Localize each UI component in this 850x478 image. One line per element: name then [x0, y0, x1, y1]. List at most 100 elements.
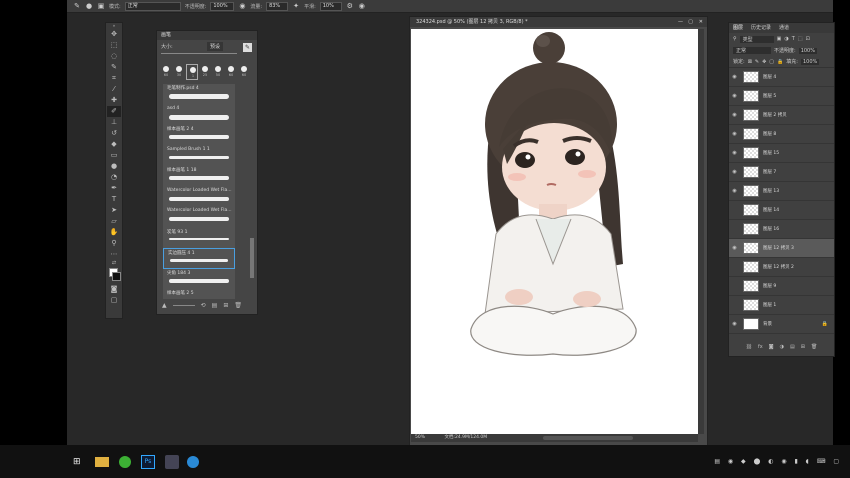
brush-preset-item[interactable]: 尖角 184 3 — [163, 269, 235, 290]
wechat-icon[interactable] — [119, 455, 131, 468]
link-layers-icon[interactable]: ⛓ — [746, 344, 752, 354]
horizontal-scrollbar[interactable] — [543, 436, 633, 440]
lock-transparency-icon[interactable]: ⊠ — [748, 59, 752, 65]
eraser-tool-icon[interactable]: ◆ — [107, 139, 121, 150]
brush-size-slider[interactable] — [161, 53, 237, 54]
brush-size-minus-icon[interactable]: ▲ — [162, 302, 167, 309]
layer-row[interactable]: ◉ 图层 12 拷贝 3 — [729, 239, 834, 258]
layer-row[interactable]: 图层 9 — [729, 277, 834, 296]
new-group-icon[interactable]: ▤ — [790, 344, 795, 354]
layer-row[interactable]: ◉ 背景 🔒 — [729, 315, 834, 334]
close-icon[interactable]: ✕ — [699, 17, 703, 27]
filter-adjust-icon[interactable]: ◑ — [784, 36, 788, 42]
layer-style-icon[interactable]: fx — [758, 344, 763, 354]
canvas[interactable] — [411, 29, 698, 434]
filter-shape-icon[interactable]: ⬚ — [798, 36, 803, 42]
vertical-scrollbar-track[interactable] — [698, 29, 704, 434]
new-layer-icon[interactable]: ⊞ — [801, 344, 805, 354]
brush-preset-item[interactable]: 实边圆压 4 1 — [163, 248, 235, 269]
photoshop-icon[interactable]: Ps — [141, 454, 155, 469]
layer-row[interactable]: ◉ 图层 7 — [729, 163, 834, 182]
pressure-opacity-icon[interactable]: ◉ — [238, 2, 246, 10]
brush-tip-4[interactable]: 50 — [212, 64, 224, 80]
brush-panel-tab[interactable]: 画笔 — [157, 31, 257, 40]
filter-pixel-icon[interactable]: ▣ — [777, 36, 782, 42]
lasso-tool-icon[interactable]: ◌ — [107, 51, 121, 62]
brush-preset-item[interactable]: Watercolor Loaded Wet Fla... — [163, 187, 235, 208]
healing-brush-tool-icon[interactable]: ✚ — [107, 95, 121, 106]
lock-artboard-icon[interactable]: ▢ — [769, 59, 774, 65]
browser-icon[interactable] — [187, 455, 199, 468]
layer-visibility-icon[interactable]: ◉ — [729, 150, 740, 156]
layer-row[interactable]: ◉ 图层 5 — [729, 87, 834, 106]
zoom-level[interactable]: 50% — [415, 435, 425, 440]
delete-layer-icon[interactable]: 🗑 — [811, 344, 817, 354]
brush-tip-3[interactable]: 25 — [199, 64, 211, 80]
new-brush-icon[interactable]: ⊞ — [223, 302, 228, 309]
brush-preset-item[interactable]: asd 4 — [163, 105, 235, 126]
adjustment-layer-icon[interactable]: ◑ — [780, 344, 784, 354]
filter-smart-icon[interactable]: ⊡ — [806, 36, 810, 42]
tab-layers[interactable]: 图层 — [733, 23, 743, 33]
layer-row[interactable]: ◉ 图层 4 — [729, 68, 834, 87]
file-explorer-icon[interactable] — [95, 456, 109, 467]
add-mask-icon[interactable]: ◙ — [769, 344, 774, 354]
marquee-tool-icon[interactable]: ⬚ — [107, 40, 121, 51]
brush-folder-icon[interactable]: ▤ — [212, 302, 218, 309]
layer-visibility-icon[interactable]: ◉ — [729, 245, 740, 251]
system-tray-icons[interactable]: ▤ ◉ ◆ ⬤ ◐ ◉ ▮ ◖ ⌨ ▢ — [714, 458, 842, 465]
brush-preview-icon[interactable]: ✎ — [243, 43, 252, 52]
toggle-brush-settings-icon[interactable]: ⟲ — [201, 302, 206, 309]
brush-tool-icon[interactable]: ✐ — [107, 106, 121, 117]
brush-tool-icon[interactable]: ✎ — [73, 2, 81, 10]
opacity-field[interactable]: 100% — [210, 1, 235, 11]
layer-visibility-icon[interactable]: ◉ — [729, 169, 740, 175]
brush-preset-item[interactable]: Sampled Brush 1 1 — [163, 146, 235, 167]
layer-kind-select[interactable]: 类型 — [739, 35, 774, 43]
brush-preset-item[interactable]: 样本画笔 2 4 — [163, 125, 235, 146]
crop-tool-icon[interactable]: ⌗ — [107, 73, 121, 84]
pressure-size-icon[interactable]: ◉ — [358, 2, 366, 10]
brush-list-scrollbar[interactable] — [250, 238, 254, 278]
brush-tip-1[interactable]: 30 — [173, 64, 185, 80]
type-tool-icon[interactable]: T — [107, 194, 121, 205]
dodge-tool-icon[interactable]: ◔ — [107, 172, 121, 183]
eyedropper-tool-icon[interactable]: ⁄ — [107, 84, 121, 95]
layer-row[interactable]: ◉ 图层 8 — [729, 125, 834, 144]
blend-mode-select[interactable]: 正常 — [733, 47, 771, 54]
layer-row[interactable]: ◉ 图层 13 — [729, 182, 834, 201]
shape-tool-icon[interactable]: ▱ — [107, 216, 121, 227]
layer-row[interactable]: ◉ 图层 15 — [729, 144, 834, 163]
layer-visibility-icon[interactable]: ◉ — [729, 93, 740, 99]
layer-visibility-icon[interactable]: ◉ — [729, 131, 740, 137]
start-icon[interactable]: ⊞ — [73, 457, 83, 467]
flow-field[interactable]: 83% — [266, 1, 289, 11]
brush-preset-picker-icon[interactable]: ● — [85, 2, 93, 10]
quick-select-tool-icon[interactable]: ✎ — [107, 62, 121, 73]
layer-opacity-field[interactable]: 100% — [798, 47, 817, 54]
maximize-icon[interactable]: ▢ — [688, 17, 693, 27]
brush-footer-slider[interactable] — [172, 305, 195, 306]
smooth-field[interactable]: 10% — [319, 1, 342, 11]
layer-visibility-icon[interactable]: ◉ — [729, 321, 740, 327]
minimize-icon[interactable]: — — [678, 17, 683, 27]
brush-preset-item[interactable]: 毛笔制作.psd 4 — [163, 84, 235, 105]
layer-row[interactable]: 图层 12 拷贝 2 — [729, 258, 834, 277]
mode-select[interactable]: 正常 — [124, 1, 181, 11]
history-brush-tool-icon[interactable]: ↺ — [107, 128, 121, 139]
move-tool-icon[interactable]: ✥ — [107, 29, 121, 40]
airbrush-icon[interactable]: ✦ — [292, 2, 300, 10]
layer-row[interactable]: 图层 14 — [729, 201, 834, 220]
fill-field[interactable]: 100% — [800, 58, 820, 65]
tab-history[interactable]: 历史记录 — [751, 23, 771, 33]
document-tab[interactable]: 324324.psd @ 50% (图层 12 拷贝 3, RGB/8) * —… — [410, 17, 707, 27]
smoothing-options-gear-icon[interactable]: ⚙ — [346, 2, 354, 10]
brush-preset-button[interactable]: 预设 — [207, 42, 224, 51]
layer-visibility-icon[interactable]: ◉ — [729, 74, 740, 80]
brush-tip-5[interactable]: 60 — [225, 64, 237, 80]
brush-preset-item[interactable]: Watercolor Loaded Wet Fla... — [163, 207, 235, 228]
layer-row[interactable]: 图层 16 — [729, 220, 834, 239]
path-select-tool-icon[interactable]: ➤ — [107, 205, 121, 216]
tab-channels[interactable]: 通道 — [779, 23, 789, 33]
layer-row[interactable]: ◉ 图层 2 拷贝 — [729, 106, 834, 125]
